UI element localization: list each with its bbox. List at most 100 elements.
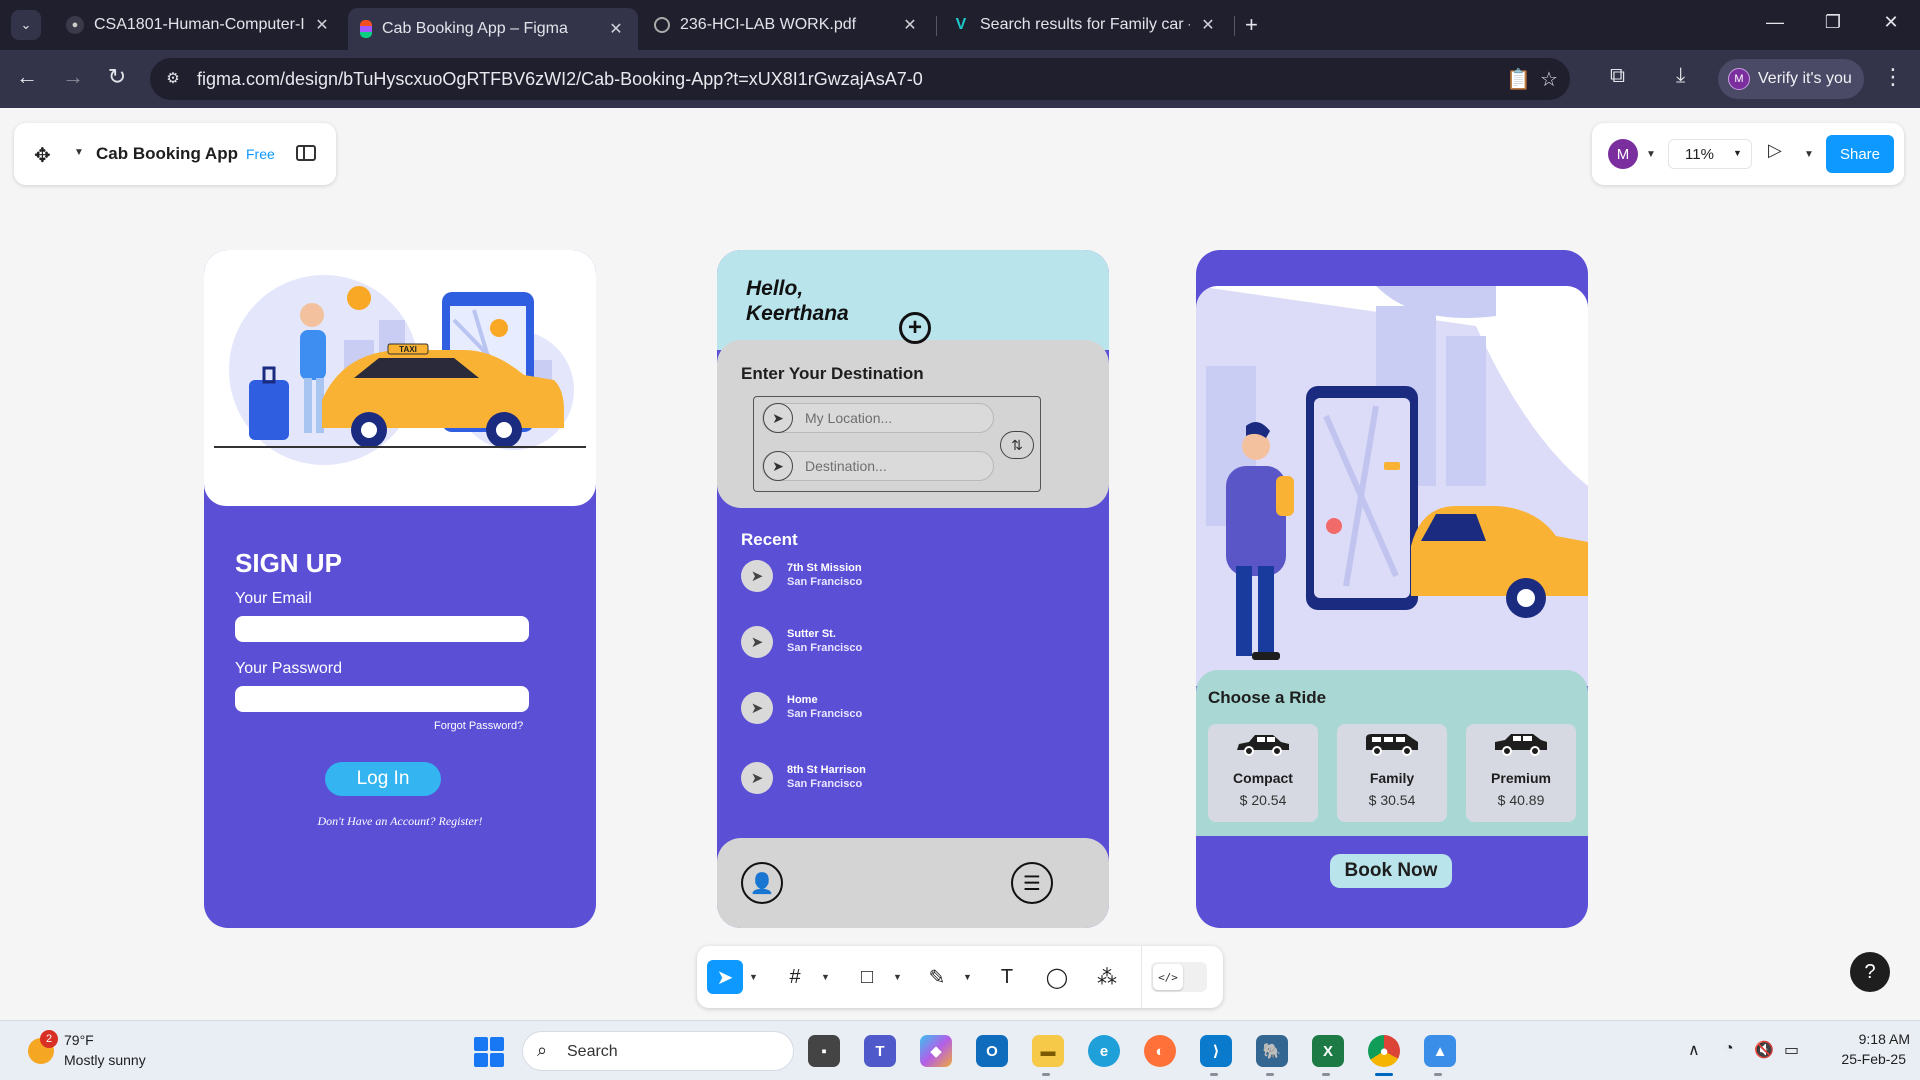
move-tool-icon[interactable]: ➤ [707,960,743,994]
tray-overflow-icon[interactable]: ∧ [1688,1040,1700,1060]
close-tab-icon[interactable]: ✕ [1198,15,1218,35]
forgot-password-link[interactable]: Forgot Password? [434,720,523,732]
clipboard-icon[interactable]: 📋 [1506,67,1531,92]
register-link[interactable]: Don't Have an Account? Register! [204,814,596,829]
share-button[interactable]: Share [1826,135,1894,173]
url-text[interactable]: figma.com/design/bTuHyscxuoOgRTFBV6zWI2/… [197,69,923,90]
tab-search-button[interactable]: ⌄ [11,10,41,40]
location-placeholder: My Location... [805,410,893,426]
chevron-down-icon[interactable]: ▼ [821,972,830,982]
battery-icon[interactable]: ▭ [1784,1040,1799,1060]
password-field[interactable] [235,686,529,712]
toggle-panel-icon[interactable] [296,145,316,161]
hamburger-menu-icon[interactable]: ☰ [1011,862,1053,904]
wifi-icon[interactable]: ◔ [1724,1040,1734,1058]
new-tab-button[interactable]: + [1245,12,1258,38]
destination-input[interactable]: ➤ Destination... [762,451,994,481]
reload-icon[interactable]: ↻ [102,64,132,90]
site-settings-icon[interactable]: ⚙ [162,68,184,90]
edge-icon[interactable]: e [1088,1035,1120,1067]
chevron-down-icon[interactable]: ▼ [893,972,902,982]
clock-time[interactable]: 9:18 AM [1822,1031,1910,1047]
chevron-down-icon[interactable]: ▼ [1804,149,1814,160]
add-circle-icon[interactable]: + [899,312,931,344]
running-indicator [1434,1073,1442,1076]
close-window-icon[interactable]: ✕ [1876,12,1906,33]
login-button[interactable]: Log In [325,762,441,796]
forward-icon[interactable]: → [58,64,88,90]
back-icon[interactable]: ← [12,64,42,90]
tab-search-results[interactable]: V Search results for Family car - Fl ✕ [940,8,1230,42]
ride-option-family[interactable]: Family $ 30.54 [1337,724,1447,822]
pen-tool-icon[interactable]: ✎ [919,960,955,994]
file-explorer-icon[interactable]: ▬ [1032,1035,1064,1067]
photos-icon[interactable]: ▲ [1424,1035,1456,1067]
url-omnibox[interactable]: ⚙ figma.com/design/bTuHyscxuoOgRTFBV6zWI… [150,58,1570,100]
frame-tool-icon[interactable]: # [777,960,813,994]
task-view-icon[interactable]: ▪ [808,1035,840,1067]
recent-item[interactable]: ➤ 7th St Mission San Francisco [741,560,1061,594]
rectangle-tool-icon[interactable]: □ [849,960,885,994]
restore-icon[interactable]: ❐ [1818,12,1848,33]
swap-arrows-icon[interactable]: ⇅ [1000,431,1034,459]
recent-item[interactable]: ➤ Home San Francisco [741,692,1061,726]
text-tool-icon[interactable]: T [989,960,1025,994]
user-avatar[interactable]: M [1608,139,1638,169]
chevron-down-icon[interactable]: ▼ [749,972,758,982]
signup-frame[interactable]: TAXI SIGN UP Your Email Your Password Fo… [204,250,596,928]
book-now-button[interactable]: Book Now [1330,854,1452,888]
plan-badge[interactable]: Free [246,146,275,162]
minimize-icon[interactable]: — [1760,12,1790,33]
close-tab-icon[interactable]: ✕ [606,19,626,39]
ride-selection-frame[interactable]: Choose a Ride Compact $ 20.54 Family $ 3… [1196,250,1588,928]
figma-menu-icon[interactable]: ✥ [34,143,51,168]
ride-option-compact[interactable]: Compact $ 20.54 [1208,724,1318,822]
postgresql-icon[interactable]: 🐘 [1256,1035,1288,1067]
chrome-icon[interactable]: ● [1368,1035,1400,1067]
comment-tool-icon[interactable]: ◯ [1039,960,1075,994]
ride-price: $ 30.54 [1368,792,1416,808]
location-input[interactable]: ➤ My Location... [762,403,994,433]
extensions-icon[interactable]: ⧉ [1610,64,1625,88]
taskbar-search[interactable]: ⌕ Search [522,1031,794,1071]
close-tab-icon[interactable]: ✕ [900,15,920,35]
tab-pdf[interactable]: 236-HCI-LAB WORK.pdf ✕ [642,8,932,42]
teams-icon[interactable]: T [864,1035,896,1067]
destination-frame[interactable]: Hello, Keerthana + Enter Your Destinatio… [717,250,1109,928]
excel-icon[interactable]: X [1312,1035,1344,1067]
verify-identity-button[interactable]: M Verify it's you [1718,59,1864,99]
volume-muted-icon[interactable]: 🔇 [1754,1040,1774,1060]
zoom-dropdown[interactable]: 11% ▼ [1668,139,1752,169]
ride-option-premium[interactable]: Premium $ 40.89 [1466,724,1576,822]
collaboration-toolbar: M ▼ 11% ▼ ▷ ▼ Share [1592,123,1904,185]
dev-mode-toggle[interactable]: </> [1151,962,1207,992]
project-name[interactable]: Cab Booking App [96,144,238,164]
email-field[interactable] [235,616,529,642]
weather-temperature[interactable]: 79°F [64,1032,94,1048]
bookmark-star-icon[interactable]: ☆ [1540,67,1558,92]
navigation-arrow-icon: ➤ [763,451,793,481]
tab-figma[interactable]: Cab Booking App – Figma ✕ [348,8,638,50]
tab-csa1801[interactable]: ● CSA1801-Human-Computer-Int ✕ [54,8,344,42]
chevron-down-icon[interactable]: ▼ [1646,149,1656,160]
download-icon[interactable]: ⤓ [1676,64,1685,88]
close-tab-icon[interactable]: ✕ [312,15,332,35]
clock-date[interactable]: 25-Feb-25 [1822,1051,1906,1067]
copilot-icon[interactable]: ◆ [920,1035,952,1067]
resources-tool-icon[interactable]: ⁂ [1089,960,1125,994]
help-button[interactable]: ? [1850,952,1890,992]
figma-tool-toolbar: ➤ ▼ # ▼ □ ▼ ✎ ▼ T ◯ ⁂ </> [697,946,1223,1008]
chevron-down-icon[interactable]: ▼ [963,972,972,982]
outlook-icon[interactable]: O [976,1035,1008,1067]
recent-title: Recent [741,530,798,549]
recent-item[interactable]: ➤ 8th St Harrison San Francisco [741,762,1061,796]
recent-item[interactable]: ➤ Sutter St. San Francisco [741,626,1061,660]
firefox-icon[interactable]: ◐ [1144,1035,1176,1067]
present-play-icon[interactable]: ▷ [1768,140,1782,161]
weather-condition[interactable]: Mostly sunny [64,1052,146,1068]
more-menu-icon[interactable]: ⋮ [1882,64,1904,90]
windows-start-icon[interactable] [474,1037,504,1067]
user-profile-icon[interactable]: 👤 [741,862,783,904]
vscode-icon[interactable]: ⟩ [1200,1035,1232,1067]
chevron-down-icon[interactable]: ▼ [74,147,84,158]
